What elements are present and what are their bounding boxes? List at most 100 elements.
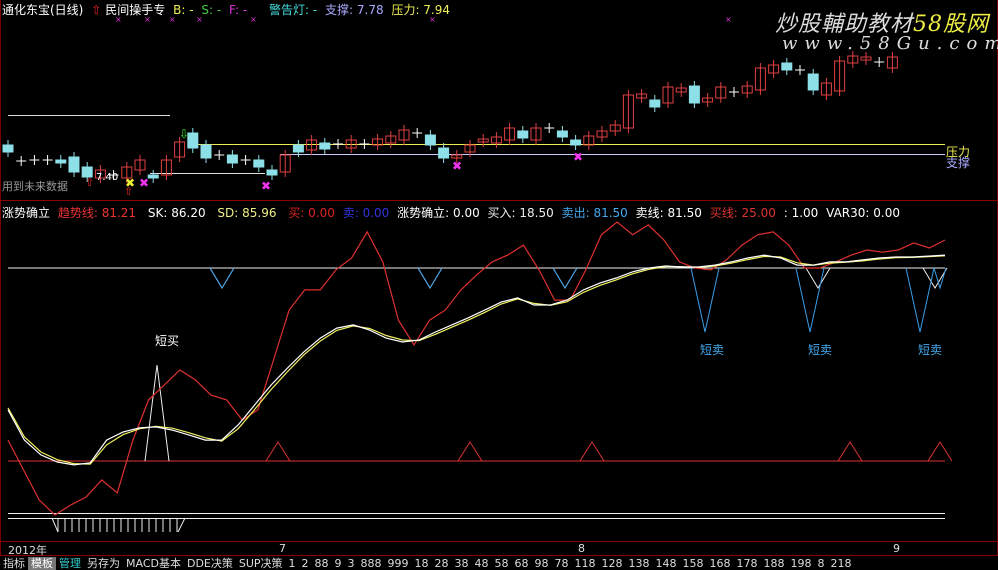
tab-1[interactable]: 模板: [28, 557, 56, 570]
tab-4[interactable]: MACD基本: [123, 557, 184, 570]
cross-marker-icon: ✖: [573, 150, 583, 164]
tab-25[interactable]: 148: [653, 557, 680, 570]
candle-down: [517, 130, 529, 139]
red-arrow-icon: ⇧: [124, 185, 133, 198]
candle-down: [319, 142, 331, 150]
tab-7[interactable]: 1: [286, 557, 299, 570]
candle-down: [147, 174, 159, 179]
tab-23[interactable]: 128: [599, 557, 626, 570]
tab-30[interactable]: 198: [788, 557, 815, 570]
date-month-8: 8: [578, 542, 585, 555]
tab-16[interactable]: 38: [452, 557, 472, 570]
cross-marker-icon: ✖: [139, 176, 149, 190]
warning-light: 警告灯: -: [269, 3, 318, 17]
candle-down: [2, 144, 14, 153]
tab-10[interactable]: 9: [332, 557, 345, 570]
red-arrow-icon: ⇧: [85, 176, 94, 189]
short-sell-label: 短卖: [700, 343, 725, 357]
candle-down: [781, 62, 793, 71]
candle-down: [253, 159, 265, 168]
tab-15[interactable]: 28: [432, 557, 452, 570]
f-value: F: -: [229, 3, 248, 17]
tab-13[interactable]: 999: [385, 557, 412, 570]
date-month-7: 7: [279, 542, 286, 555]
tab-6[interactable]: SUP决策: [236, 557, 286, 570]
sk-value: SK: 86.20: [147, 206, 206, 220]
support-label: 支撑: [946, 156, 971, 170]
tab-17[interactable]: 48: [472, 557, 492, 570]
candle-down: [55, 159, 67, 164]
price-header: 通化东宝(日线) ⇧ 民间操手专 B: - S: - F: - 警告灯: - 支撑…: [2, 1, 454, 18]
stock-chart-canvas[interactable]: ✖ ✖ ✖✖✖⇩⇧⇧× × × × × × ×: [0, 0, 998, 570]
candle-down: [570, 139, 582, 146]
tab-18[interactable]: 58: [492, 557, 512, 570]
formula-tab-bar: 指标 模板 管理 另存为 MACD基本 DDE决策 SUP决策 1 2 88 9 3 888 999 18 2…: [0, 557, 998, 570]
tab-0[interactable]: 指标: [0, 557, 28, 570]
tab-22[interactable]: 118: [572, 557, 599, 570]
tab-21[interactable]: 78: [552, 557, 572, 570]
candle-down: [807, 73, 819, 91]
trend-value: 趋势线: 81.21: [57, 206, 137, 220]
candle-down: [187, 132, 199, 149]
low-price-label: 7.40: [96, 172, 119, 183]
blank-value: : 1.00: [783, 206, 819, 220]
tab-11[interactable]: 3: [345, 557, 358, 570]
cross-marker-icon: ✖: [452, 159, 462, 173]
tab-3[interactable]: 另存为: [84, 557, 123, 570]
candle-down: [266, 169, 278, 176]
rise-value: 涨势确立: 0.00: [397, 206, 480, 220]
green-arrow-icon: ⇩: [179, 127, 189, 141]
tab-31[interactable]: 8: [815, 557, 828, 570]
tab-27[interactable]: 168: [707, 557, 734, 570]
candle-down: [424, 134, 436, 146]
candle-down: [688, 85, 700, 104]
candle-down: [438, 147, 450, 159]
var30-value: VAR30: 0.00: [826, 206, 900, 220]
sd-value: SD: 85.96: [217, 206, 277, 220]
tab-5[interactable]: DDE决策: [184, 557, 236, 570]
indicator-header: 涨势确立 趋势线: 81.21 SK: 86.20 SD: 85.96 买: 0…: [2, 204, 904, 221]
buy-in-value: 买入: 18.50: [487, 206, 554, 220]
pressure-value: 压力: 7.94: [391, 3, 451, 17]
b-value: B: -: [173, 3, 194, 17]
formula-name: 民间操手专: [105, 3, 166, 17]
candle-down: [556, 130, 568, 138]
buy-line-value: 买线: 25.00: [709, 206, 776, 220]
date-year: 2012年: [8, 544, 47, 557]
tab-32[interactable]: 218: [828, 557, 855, 570]
s-value: S: -: [201, 3, 222, 17]
tab-26[interactable]: 158: [680, 557, 707, 570]
candle-down: [226, 154, 238, 164]
tab-12[interactable]: 888: [358, 557, 385, 570]
sell-line-value: 卖线: 81.50: [635, 206, 702, 220]
candle-down: [292, 144, 304, 153]
tab-9[interactable]: 88: [312, 557, 332, 570]
sell-out-value: 卖出: 81.50: [561, 206, 628, 220]
chart-background: [0, 0, 998, 570]
tab-19[interactable]: 68: [512, 557, 532, 570]
tab-14[interactable]: 18: [412, 557, 432, 570]
date-month-9: 9: [893, 542, 900, 555]
red-arrow-icon: ⇧: [91, 3, 102, 17]
buy-value: 买: 0.00: [288, 206, 335, 220]
stock-title: 通化东宝(日线): [2, 3, 84, 17]
candle-down: [68, 156, 80, 173]
short-sell-label: 短卖: [918, 343, 943, 357]
future-data-note: 用到未来数据: [2, 180, 68, 193]
tab-8[interactable]: 2: [299, 557, 312, 570]
indicator-name: 涨势确立: [2, 206, 51, 220]
sell-value: 卖: 0.00: [342, 206, 390, 220]
tab-2[interactable]: 管理: [56, 557, 84, 570]
support-value: 支撑: 7.78: [325, 3, 384, 17]
top-marker-icon: ×: [725, 15, 732, 24]
tab-24[interactable]: 138: [626, 557, 653, 570]
tab-29[interactable]: 188: [761, 557, 788, 570]
short-sell-label: 短卖: [808, 343, 833, 357]
watermark-url: www.58Gu.com: [782, 33, 998, 54]
tab-20[interactable]: 98: [532, 557, 552, 570]
candle-down: [200, 144, 212, 159]
candle-down: [649, 99, 661, 108]
cross-marker-icon: ✖: [261, 179, 271, 193]
tab-28[interactable]: 178: [734, 557, 761, 570]
short-buy-label: 短买: [155, 334, 180, 348]
